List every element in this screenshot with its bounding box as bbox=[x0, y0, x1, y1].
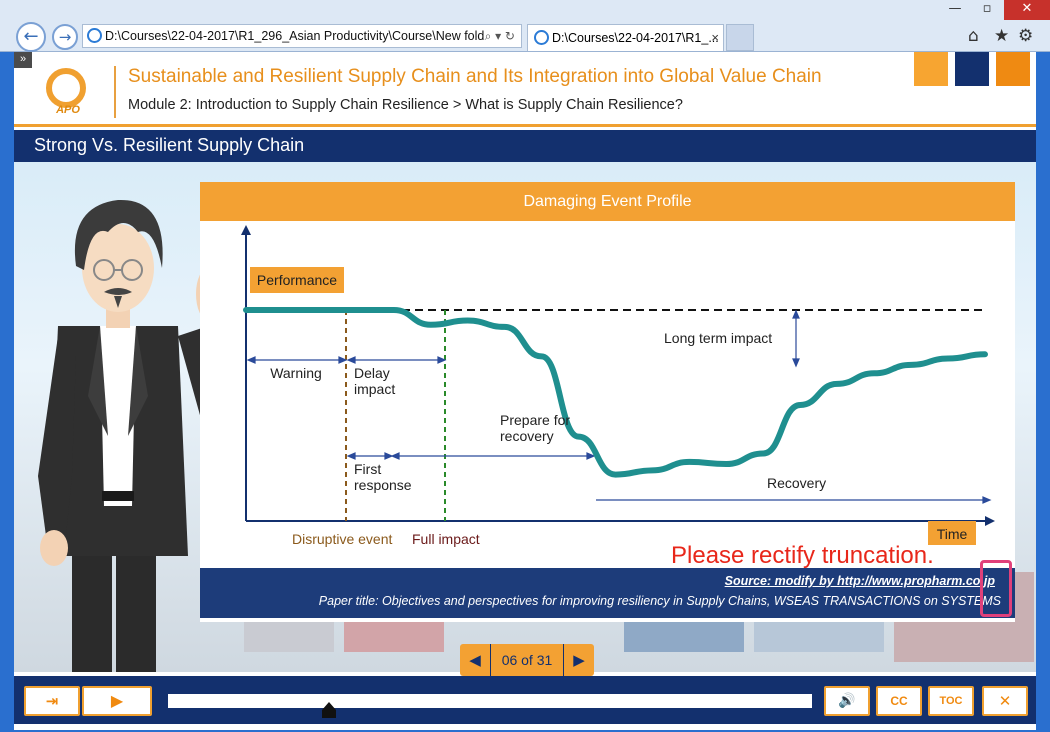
label-disruptive-event: Disruptive event bbox=[292, 531, 392, 547]
address-text: D:\Courses\22-04-2017\R1_296_Asian Produ… bbox=[105, 29, 485, 43]
ie-icon bbox=[87, 28, 102, 43]
address-tools[interactable]: ⌕ ▾ ↻ bbox=[485, 25, 515, 47]
damaging-event-chart: Performance Time Warning Delay impact Fi… bbox=[241, 225, 995, 547]
next-slide-button[interactable]: ▶ bbox=[564, 644, 594, 676]
star-icon[interactable]: ★ bbox=[994, 26, 1009, 46]
tab-title: D:\Courses\22-04-2017\R1_... bbox=[552, 31, 719, 45]
header-rule bbox=[14, 124, 1036, 127]
presenter-character bbox=[38, 199, 218, 672]
header-divider bbox=[114, 66, 116, 118]
label-first: First bbox=[354, 461, 381, 477]
player-controls: ⇥ ▶ 🔊 CC TOC ✕ bbox=[14, 676, 1036, 724]
slide-area: Damaging Event Profile Performance Time bbox=[14, 162, 1036, 672]
home-icon[interactable]: ⌂ bbox=[968, 26, 979, 46]
truncation-highlight-box bbox=[980, 560, 1012, 617]
label-recovery-2: recovery bbox=[500, 428, 554, 444]
long-term-impact-arrow bbox=[792, 309, 800, 368]
forward-icon[interactable]: → bbox=[52, 24, 78, 50]
address-bar[interactable]: D:\Courses\22-04-2017\R1_296_Asian Produ… bbox=[82, 24, 522, 48]
prepare-recovery-arrow bbox=[390, 452, 596, 460]
first-response-arrow bbox=[346, 452, 394, 460]
recovery-arrow bbox=[596, 496, 992, 504]
xlabel-text: Time bbox=[937, 526, 968, 542]
slide-title-bar: Strong Vs. Resilient Supply Chain bbox=[14, 130, 1036, 162]
slide-title: Strong Vs. Resilient Supply Chain bbox=[34, 135, 305, 155]
tab-close-icon[interactable]: × bbox=[711, 25, 719, 51]
course-title: Sustainable and Resilient Supply Chain a… bbox=[128, 66, 822, 87]
progress-handle[interactable] bbox=[322, 702, 336, 718]
brand-square-orange-dark bbox=[996, 52, 1030, 86]
label-full-impact: Full impact bbox=[412, 531, 480, 547]
course-page: » APO Sustainable and Resilient Supply C… bbox=[14, 52, 1036, 730]
new-tab-button[interactable] bbox=[726, 24, 754, 51]
source-line[interactable]: Source: modify by http://www.propharm.co… bbox=[725, 574, 995, 588]
browser-tab[interactable]: D:\Courses\22-04-2017\R1_... × bbox=[527, 24, 724, 51]
back-icon[interactable]: ← bbox=[16, 22, 46, 52]
label-prepare: Prepare for bbox=[500, 412, 570, 428]
label-warning: Warning bbox=[270, 365, 322, 381]
review-annotation: Please rectify truncation. bbox=[671, 542, 934, 569]
volume-icon[interactable]: 🔊 bbox=[824, 686, 870, 716]
browser-chrome: — ▫ ✕ ← → D:\Courses\22-04-2017\R1_296_A… bbox=[0, 0, 1050, 52]
panel-heading: Damaging Event Profile bbox=[200, 182, 1015, 221]
warning-arrow bbox=[246, 356, 348, 364]
paper-title-line: Paper title: Objectives and perspectives… bbox=[318, 594, 1001, 608]
source-box: Source: modify by http://www.propharm.co… bbox=[200, 568, 1015, 618]
progress-bar[interactable] bbox=[168, 694, 812, 708]
minimize-button[interactable]: — bbox=[940, 0, 970, 20]
exit-icon[interactable]: ⇥ bbox=[24, 686, 80, 716]
close-icon[interactable]: ✕ bbox=[982, 686, 1028, 716]
window-close-button[interactable]: ✕ bbox=[1004, 0, 1050, 20]
apo-logo: APO bbox=[38, 64, 96, 122]
gear-icon[interactable]: ⚙ bbox=[1018, 26, 1033, 46]
label-recovery: Recovery bbox=[767, 475, 826, 491]
toc-button[interactable]: TOC bbox=[928, 686, 974, 716]
brand-square-orange bbox=[914, 52, 948, 86]
breadcrumb: Module 2: Introduction to Supply Chain R… bbox=[128, 97, 683, 113]
x-axis-arrow bbox=[985, 516, 995, 526]
label-response: response bbox=[354, 477, 412, 493]
slide-pager: ◀ 06 of 31 ▶ bbox=[460, 644, 594, 676]
ie-icon bbox=[534, 30, 549, 45]
label-delay: Delay bbox=[354, 365, 390, 381]
prev-slide-button[interactable]: ◀ bbox=[460, 644, 490, 676]
y-axis-arrow bbox=[241, 225, 251, 235]
expand-panel-icon[interactable]: » bbox=[14, 52, 32, 68]
brand-square-navy bbox=[955, 52, 989, 86]
browser-window: — ▫ ✕ ← → D:\Courses\22-04-2017\R1_296_A… bbox=[0, 0, 1050, 732]
slide-counter: 06 of 31 bbox=[490, 644, 564, 676]
label-long-term: Long term impact bbox=[664, 330, 772, 346]
play-button[interactable]: ▶ bbox=[82, 686, 152, 716]
cc-button[interactable]: CC bbox=[876, 686, 922, 716]
ylabel-text: Performance bbox=[257, 272, 337, 288]
delay-impact-arrow bbox=[346, 356, 447, 364]
maximize-button[interactable]: ▫ bbox=[972, 0, 1002, 20]
label-impact: impact bbox=[354, 381, 395, 397]
